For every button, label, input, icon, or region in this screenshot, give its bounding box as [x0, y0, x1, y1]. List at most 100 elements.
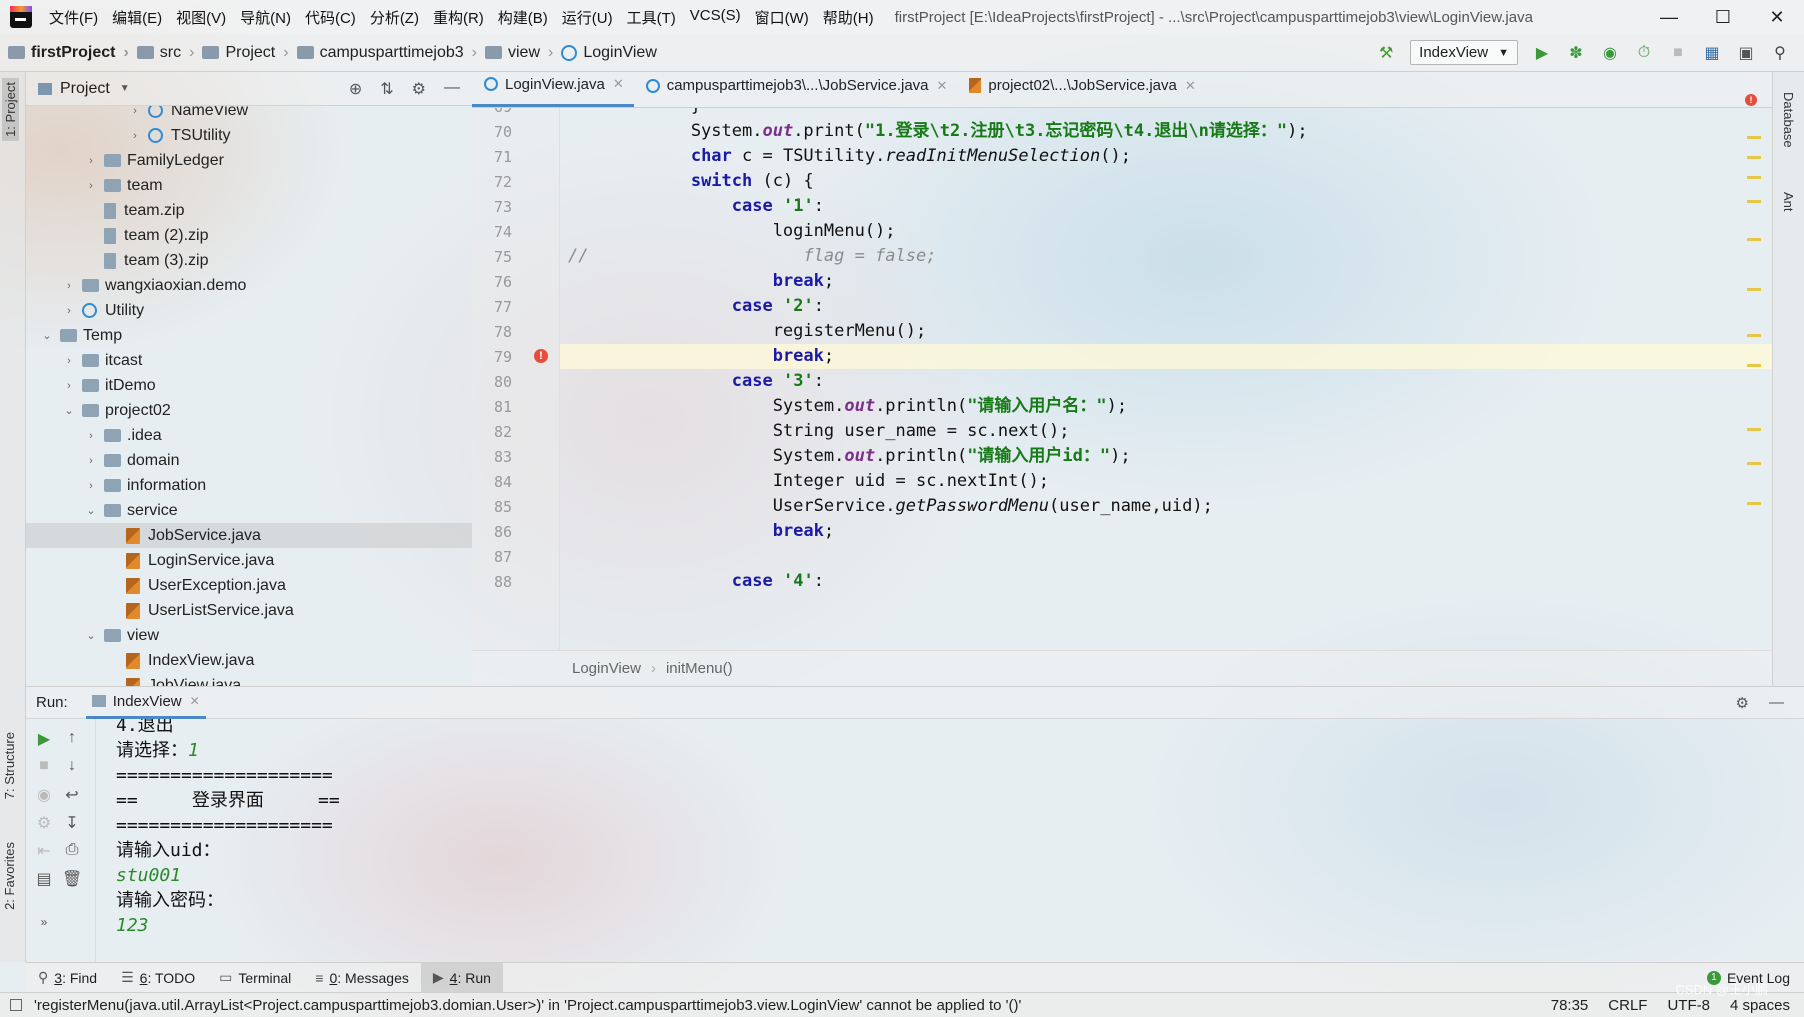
- expanded-arrow-icon[interactable]: ⌄: [84, 629, 98, 642]
- tree-item[interactable]: UserException.java: [26, 573, 472, 598]
- code-line[interactable]: break;: [568, 519, 834, 544]
- console-output[interactable]: 4.退出 请选择：1 ==================== == 登录界面 == =…: [116, 719, 1716, 963]
- tool-tab-structure[interactable]: 7: Structure: [2, 732, 17, 799]
- scroll-to-end-icon[interactable]: ↧: [62, 813, 82, 833]
- menu-item[interactable]: 重构(R): [426, 7, 491, 28]
- menu-item[interactable]: 窗口(W): [748, 7, 816, 28]
- error-stripe-icon[interactable]: !: [1745, 94, 1757, 106]
- more-icon[interactable]: »: [34, 915, 54, 935]
- code-line[interactable]: Integer uid = sc.nextInt();: [568, 469, 1049, 494]
- breadcrumb-method[interactable]: initMenu(): [666, 660, 733, 677]
- tree-item[interactable]: ⌄ Temp: [26, 323, 472, 348]
- run-icon[interactable]: ▶: [1532, 43, 1552, 63]
- tree-item[interactable]: team.zip: [26, 198, 472, 223]
- collapsed-arrow-icon[interactable]: ›: [62, 355, 76, 367]
- maximize-button[interactable]: ☐: [1696, 0, 1750, 34]
- code-line[interactable]: System.out.print("1.登录\t2.注册\t3.忘记密码\t4.…: [568, 119, 1308, 144]
- tree-item[interactable]: IndexView.java: [26, 648, 472, 673]
- tool-tab-project[interactable]: 1: Project: [2, 78, 19, 141]
- editor-tab[interactable]: campusparttimejob3\...\JobService.java ✕: [634, 71, 958, 107]
- close-icon[interactable]: ✕: [1185, 78, 1196, 94]
- nav-crumb[interactable]: campusparttimejob3 ›: [296, 44, 477, 62]
- code-line[interactable]: loginMenu();: [568, 219, 896, 244]
- menu-item[interactable]: 文件(F): [42, 7, 105, 28]
- close-icon[interactable]: ✕: [190, 694, 200, 708]
- tree-item[interactable]: UserListService.java: [26, 598, 472, 623]
- tree-item[interactable]: › wangxiaoxian.demo: [26, 273, 472, 298]
- collapsed-arrow-icon[interactable]: ›: [128, 106, 142, 117]
- hide-panel-icon[interactable]: —: [444, 79, 460, 99]
- menu-item[interactable]: 构建(B): [491, 7, 555, 28]
- editor-tab[interactable]: LoginView.java ✕: [472, 71, 634, 107]
- nav-crumb[interactable]: Project ›: [202, 44, 289, 62]
- coverage-icon[interactable]: ◉: [1600, 43, 1620, 63]
- run-tab-indexview[interactable]: IndexView ✕: [85, 687, 206, 719]
- profile-icon[interactable]: ⏱: [1634, 43, 1654, 63]
- project-view-select[interactable]: Project: [60, 80, 110, 98]
- scroll-up-icon[interactable]: ↑: [62, 729, 82, 749]
- tree-item[interactable]: LoginService.java: [26, 548, 472, 573]
- tree-item[interactable]: › domain: [26, 448, 472, 473]
- chevron-down-icon[interactable]: ▼: [120, 83, 130, 94]
- code-line[interactable]: case '1':: [568, 194, 824, 219]
- gear-icon[interactable]: ⚙: [412, 79, 426, 99]
- bottom-tab[interactable]: ⚲ 3: Find: [26, 963, 109, 993]
- bottom-tab[interactable]: ▭ Terminal: [207, 963, 303, 993]
- code-line[interactable]: System.out.println("请输入用户id：");: [568, 444, 1131, 469]
- code-line[interactable]: UserService.getPasswordMenu(user_name,ui…: [568, 494, 1213, 519]
- settings-icon[interactable]: ⚙: [34, 813, 54, 833]
- layout-icon[interactable]: ▤: [34, 869, 54, 889]
- run-configuration-select[interactable]: IndexView ▼: [1410, 40, 1518, 65]
- code-line[interactable]: char c = TSUtility.readInitMenuSelection…: [568, 144, 1131, 169]
- tree-item[interactable]: JobService.java: [26, 523, 472, 548]
- error-bulb-icon[interactable]: !: [534, 349, 548, 363]
- code-line[interactable]: case '3':: [568, 369, 824, 394]
- locate-target-icon[interactable]: ⊕: [349, 79, 362, 99]
- nav-crumb[interactable]: src ›: [136, 44, 194, 62]
- sdk-icon[interactable]: ▣: [1736, 43, 1756, 63]
- editor-tab[interactable]: project02\...\JobService.java ✕: [957, 71, 1205, 107]
- project-structure-icon[interactable]: ▦: [1702, 43, 1722, 63]
- collapsed-arrow-icon[interactable]: ›: [84, 430, 98, 442]
- expanded-arrow-icon[interactable]: ⌄: [84, 504, 98, 517]
- tree-item[interactable]: › .idea: [26, 423, 472, 448]
- code-line[interactable]: }: [568, 108, 701, 119]
- bottom-tab[interactable]: ☰ 6: TODO: [109, 963, 207, 993]
- menu-item[interactable]: 运行(U): [555, 7, 620, 28]
- tree-item[interactable]: › itDemo: [26, 373, 472, 398]
- expanded-arrow-icon[interactable]: ⌄: [62, 404, 76, 417]
- print-icon[interactable]: ⎙: [62, 841, 82, 861]
- collapsed-arrow-icon[interactable]: ›: [62, 380, 76, 392]
- code-line[interactable]: case '4':: [568, 569, 824, 594]
- menu-item[interactable]: 导航(N): [233, 7, 298, 28]
- collapsed-arrow-icon[interactable]: ›: [62, 305, 76, 317]
- tree-item[interactable]: › team: [26, 173, 472, 198]
- menu-item[interactable]: 工具(T): [620, 7, 683, 28]
- tree-item[interactable]: ⌄ service: [26, 498, 472, 523]
- stop-icon[interactable]: ■: [1668, 43, 1688, 63]
- camera-icon[interactable]: ◉: [34, 785, 54, 805]
- menu-item[interactable]: 代码(C): [298, 7, 363, 28]
- bottom-tab[interactable]: ≡ 0: Messages: [303, 963, 421, 993]
- nav-crumb[interactable]: LoginView: [561, 44, 657, 62]
- hide-panel-icon[interactable]: —: [1769, 694, 1784, 712]
- rerun-icon[interactable]: ▶: [34, 729, 54, 749]
- breadcrumb-class[interactable]: LoginView: [572, 660, 641, 677]
- code-line[interactable]: switch (c) {: [568, 169, 814, 194]
- tree-item[interactable]: ⌄ view: [26, 623, 472, 648]
- tree-item[interactable]: JobView.java: [26, 673, 472, 686]
- menu-item[interactable]: 分析(Z): [363, 7, 426, 28]
- minimize-button[interactable]: —: [1642, 0, 1696, 34]
- tool-tab-ant[interactable]: Ant: [1781, 192, 1796, 212]
- code-line[interactable]: // flag = false;: [568, 244, 936, 269]
- debug-bug-icon[interactable]: ✽: [1566, 43, 1586, 63]
- nav-crumb[interactable]: firstProject ›: [8, 44, 129, 62]
- bottom-tab[interactable]: ▶ 4: Run: [420, 962, 503, 993]
- tree-item[interactable]: ⌄ project02: [26, 398, 472, 423]
- code-line[interactable]: registerMenu();: [568, 319, 927, 344]
- tree-item[interactable]: › NameView: [26, 106, 472, 123]
- close-button[interactable]: ✕: [1750, 0, 1804, 34]
- search-everywhere-icon[interactable]: ⚲: [1770, 43, 1790, 63]
- code-line[interactable]: String user_name = sc.next();: [568, 419, 1070, 444]
- collapsed-arrow-icon[interactable]: ›: [84, 155, 98, 167]
